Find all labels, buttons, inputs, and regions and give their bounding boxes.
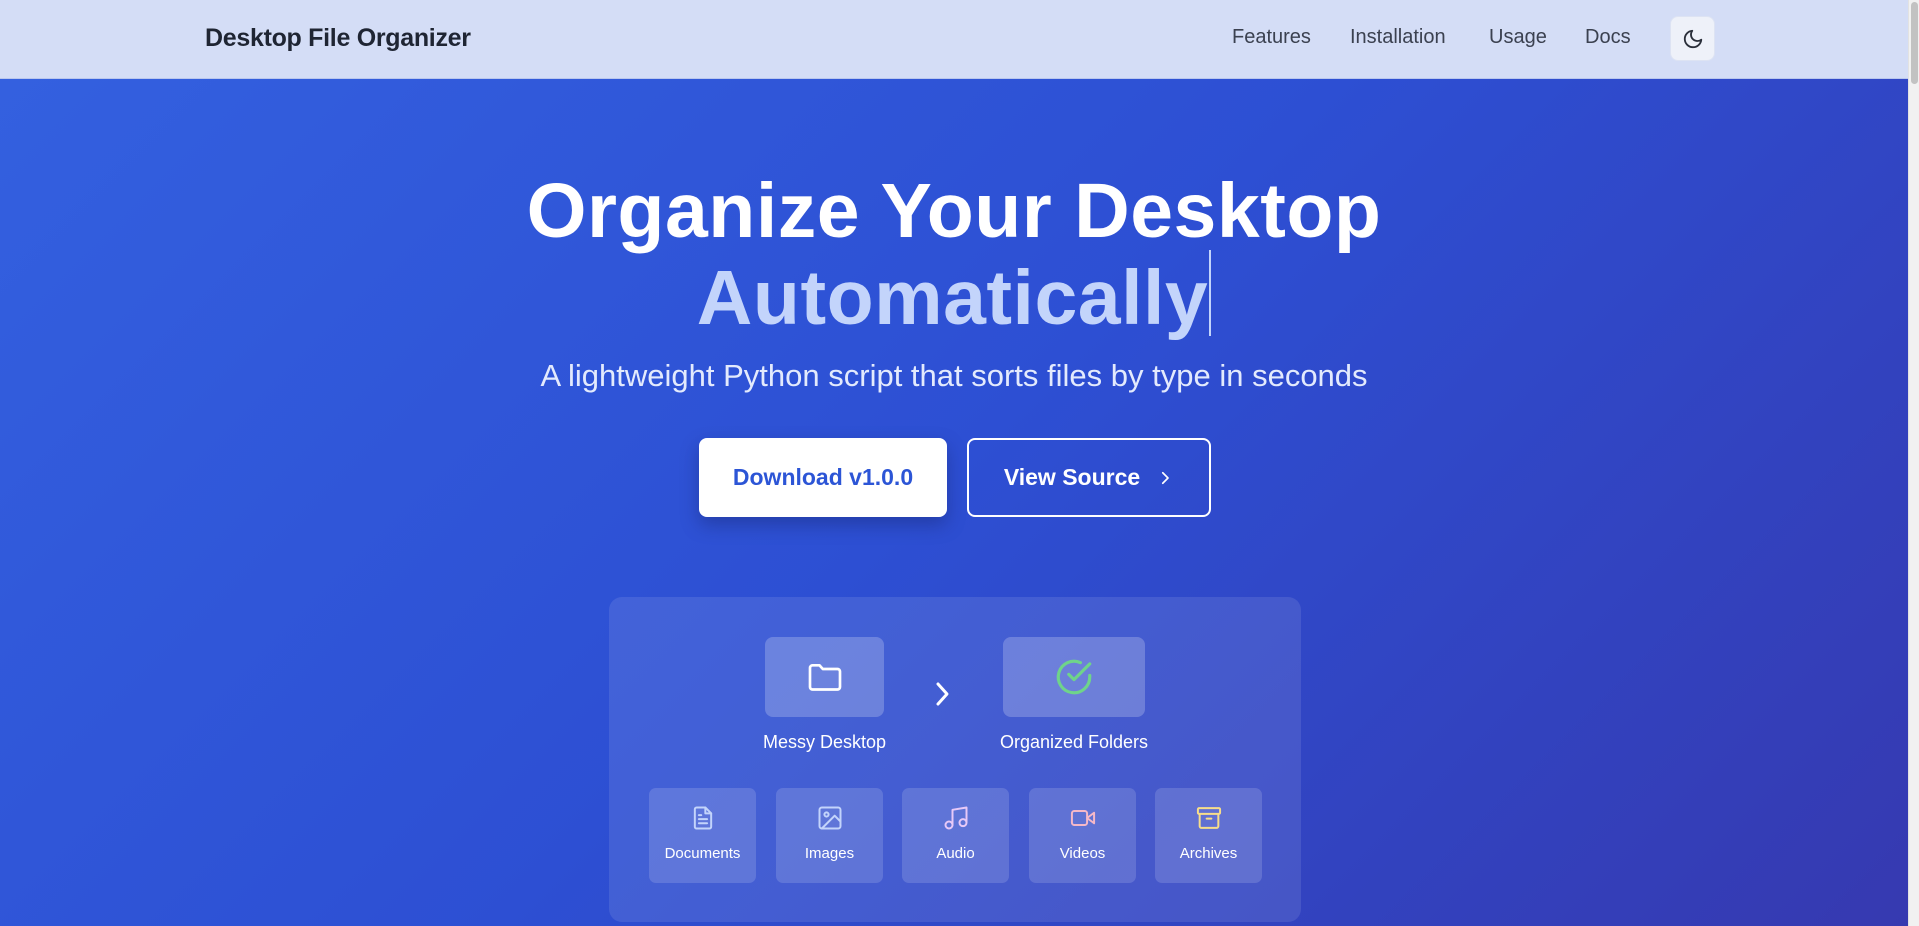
messy-desktop-box <box>765 637 884 717</box>
category-label: Videos <box>1059 845 1106 862</box>
category-images[interactable]: Images <box>776 788 883 883</box>
chevron-right-icon <box>1162 471 1170 484</box>
hero-subtitle: A lightweight Python script that sorts f… <box>540 358 1368 393</box>
category-archives[interactable]: Archives <box>1155 788 1262 883</box>
music-icon <box>944 806 967 830</box>
nav-link-docs[interactable]: Docs <box>1585 26 1631 49</box>
navbar: Desktop File Organizer Features Installa… <box>0 0 1908 79</box>
organized-folders-label: Organized Folders <box>999 732 1149 752</box>
theme-toggle-button[interactable] <box>1670 16 1715 61</box>
page: Desktop File Organizer Features Installa… <box>0 0 1919 926</box>
demo-card: Messy Desktop Organized Folders Document… <box>609 597 1301 922</box>
check-circle-icon <box>1056 659 1092 695</box>
hero-title-line2: Automatically <box>0 250 1908 337</box>
typing-cursor <box>1209 250 1212 336</box>
category-label: Audio <box>936 845 975 862</box>
nav-links: Features Installation Usage Docs <box>0 26 1908 56</box>
view-source-button[interactable]: View Source <box>967 438 1211 517</box>
hero-title-highlight: Automatically <box>696 255 1209 341</box>
category-videos[interactable]: Videos <box>1029 788 1136 883</box>
scrollbar-thumb[interactable] <box>1911 2 1918 84</box>
moon-icon <box>1683 29 1702 48</box>
view-source-label: View Source <box>1003 464 1141 490</box>
hero-title: Organize Your Desktop Automatically <box>0 172 1908 337</box>
video-icon <box>1070 810 1095 826</box>
folder-icon <box>808 664 841 691</box>
page-scrollbar[interactable] <box>1908 0 1919 926</box>
category-label: Archives <box>1179 845 1238 862</box>
nav-link-installation[interactable]: Installation <box>1350 26 1446 49</box>
category-audio[interactable]: Audio <box>902 788 1009 883</box>
messy-desktop-label: Messy Desktop <box>762 732 887 752</box>
organized-folders-box <box>1003 637 1145 717</box>
nav-link-features[interactable]: Features <box>1232 26 1311 49</box>
category-label: Documents <box>664 845 741 862</box>
nav-link-usage[interactable]: Usage <box>1489 26 1547 49</box>
category-documents[interactable]: Documents <box>649 788 756 883</box>
download-button[interactable]: Download v1.0.0 <box>699 438 947 517</box>
archive-icon <box>1196 807 1221 829</box>
hero-title-line1: Organize Your Desktop <box>526 168 1382 254</box>
image-icon <box>818 806 841 830</box>
category-label: Images <box>804 845 855 862</box>
document-icon <box>693 806 712 830</box>
arrow-right-icon <box>936 682 949 706</box>
